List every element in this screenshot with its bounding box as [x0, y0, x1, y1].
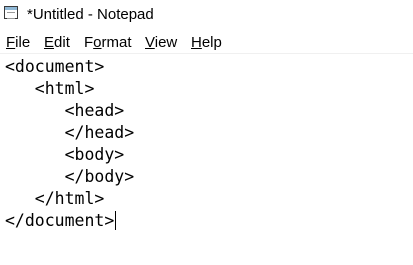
menu-format-post: rmat — [101, 34, 132, 51]
text-editor[interactable]: <document> <html> <head> </head> <body> … — [0, 54, 413, 265]
menu-edit-mnemonic: E — [44, 34, 55, 51]
menu-format-pre: F — [84, 34, 94, 51]
notepad-icon[interactable] — [4, 6, 18, 19]
menu-bar: File Edit Format View Help — [0, 30, 413, 54]
menu-edit-label: dit — [54, 34, 70, 51]
menu-format-mnemonic: o — [93, 34, 102, 51]
menu-view-mnemonic: V — [145, 34, 155, 51]
menu-help-mnemonic: H — [191, 34, 202, 51]
window-title: *Untitled - Notepad — [27, 6, 154, 23]
menu-view[interactable]: View — [145, 34, 177, 51]
editor-text-area[interactable]: <document> <html> <head> </head> <body> … — [5, 56, 134, 232]
menu-file-label: ile — [15, 34, 31, 51]
menu-help[interactable]: Help — [191, 34, 222, 51]
menu-format[interactable]: Format — [84, 34, 132, 51]
title-bar: *Untitled - Notepad — [0, 0, 413, 30]
menu-view-label: iew — [154, 34, 178, 51]
menu-file[interactable]: File — [6, 34, 30, 51]
menu-edit[interactable]: Edit — [44, 34, 70, 51]
menu-help-label: elp — [201, 34, 222, 51]
editor-content: <document> <html> <head> </head> <body> … — [5, 57, 135, 230]
menu-file-mnemonic: F — [6, 34, 16, 51]
text-caret — [115, 211, 117, 230]
